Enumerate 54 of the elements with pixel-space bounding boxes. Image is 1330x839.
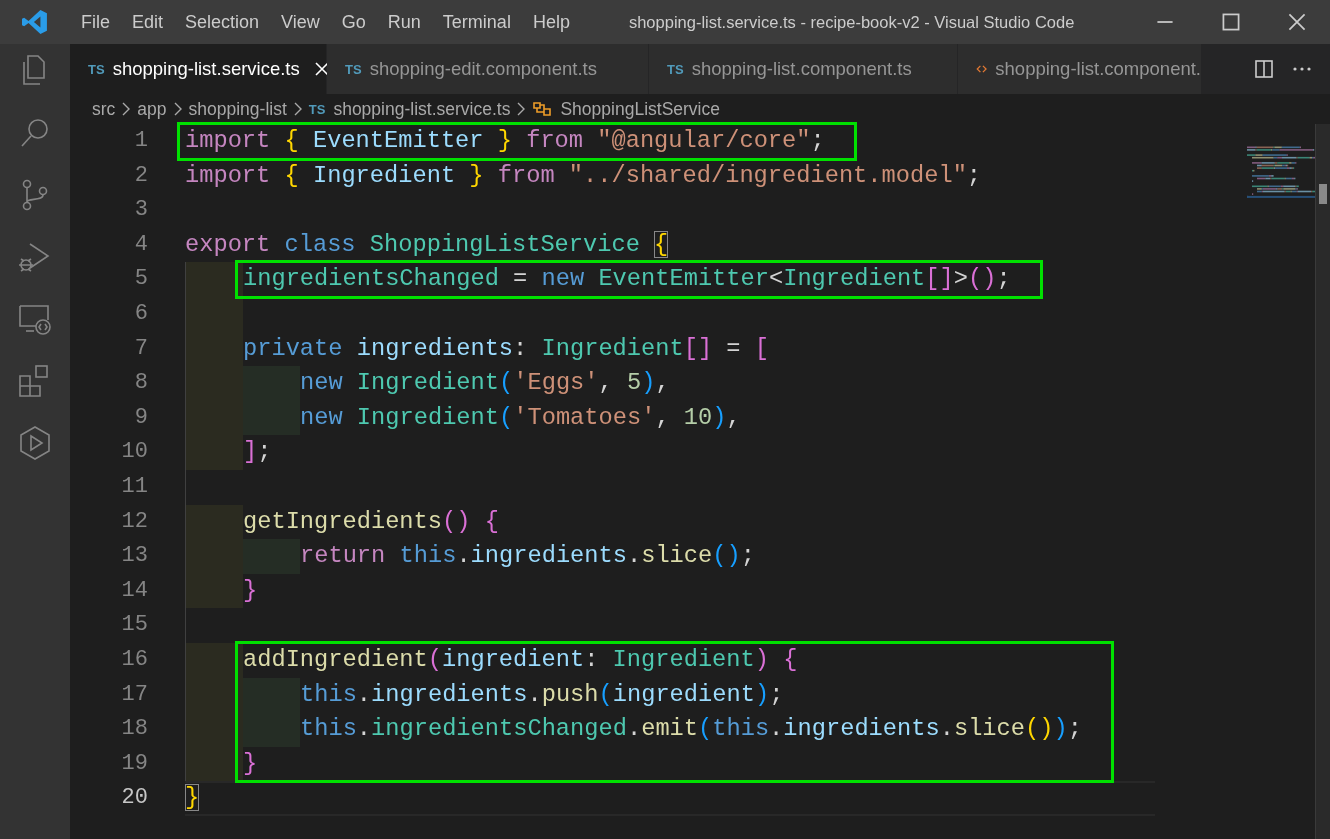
menu-item[interactable]: View <box>270 11 331 33</box>
editor-tab[interactable]: TS shopping-list.service.ts <box>70 44 327 94</box>
breadcrumb-item[interactable]: app <box>137 98 167 120</box>
breadcrumb-item[interactable]: TS shopping-list.service.ts <box>308 98 511 120</box>
line-number: 3 <box>133 196 148 225</box>
editor-tab[interactable]: TS shopping-edit.component.ts <box>327 44 649 94</box>
code-line: new Ingredient('Tomatoes', 10), <box>300 402 741 433</box>
line-number: 11 <box>120 472 148 501</box>
menu-item[interactable]: File <box>70 11 121 33</box>
code-line: addIngredient(ingredient: Ingredient) { <box>243 644 798 675</box>
code-line: this.ingredients.push(ingredient); <box>300 679 784 710</box>
menu-item[interactable]: Edit <box>121 11 175 33</box>
line-number: 15 <box>120 611 148 640</box>
line-number: 10 <box>120 438 148 467</box>
code-line: return this.ingredients.slice(); <box>300 541 755 572</box>
code-line: } <box>185 783 200 814</box>
code-line: getIngredients() { <box>243 506 499 537</box>
line-number: 5 <box>133 265 148 294</box>
breadcrumb-item[interactable]: src <box>92 98 116 120</box>
line-number: 1 <box>133 127 148 155</box>
code-line: this.ingredientsChanged.emit(this.ingredients.slice()); <box>300 714 1082 745</box>
line-number: 4 <box>133 230 148 259</box>
menu-item[interactable]: Run <box>376 11 432 33</box>
line-number: 9 <box>133 403 148 432</box>
breadcrumb-item[interactable]: ShoppingListService <box>532 98 720 120</box>
line-number: 7 <box>133 334 148 363</box>
editor-tab[interactable]: shopping-list.component. <box>958 44 1202 94</box>
code-line: } <box>243 748 258 779</box>
line-number: 13 <box>120 542 148 571</box>
code-line: import { Ingredient } from "../shared/ingredient.model"; <box>185 160 982 191</box>
editor-tab[interactable]: TS shopping-list.component.ts <box>649 44 958 94</box>
menu-item[interactable]: Selection <box>174 11 271 33</box>
menu-item[interactable]: Help <box>521 11 581 33</box>
line-number: 14 <box>120 576 148 605</box>
code-line: } <box>243 575 258 606</box>
line-number: 6 <box>133 299 148 328</box>
line-number: 18 <box>120 715 148 744</box>
line-number: 20 <box>120 784 148 813</box>
code-line: ingredientsChanged = new EventEmitter<Ingredient[]>(); <box>243 264 1011 295</box>
code-line: export class ShoppingListService { <box>185 229 669 260</box>
menu-item[interactable]: Go <box>330 11 377 33</box>
line-number: 2 <box>133 161 148 190</box>
line-number: 17 <box>120 680 148 709</box>
code-line: ]; <box>243 437 272 468</box>
window-title: shopping-list.service.ts - recipe-book-v2 - Visual Studio Code <box>628 12 1076 32</box>
line-number: 19 <box>120 749 148 778</box>
line-number: 12 <box>120 507 148 536</box>
line-number: 8 <box>133 369 148 398</box>
menu-item[interactable]: Terminal <box>431 11 522 33</box>
line-number: 16 <box>120 645 148 674</box>
code-line: import { EventEmitter } from "@angular/core"; <box>185 126 825 156</box>
code-line: private ingredients: Ingredient[] = [ <box>243 333 769 364</box>
code-line: new Ingredient('Eggs', 5), <box>300 368 670 399</box>
breadcrumb-item[interactable]: shopping-list <box>188 98 287 120</box>
